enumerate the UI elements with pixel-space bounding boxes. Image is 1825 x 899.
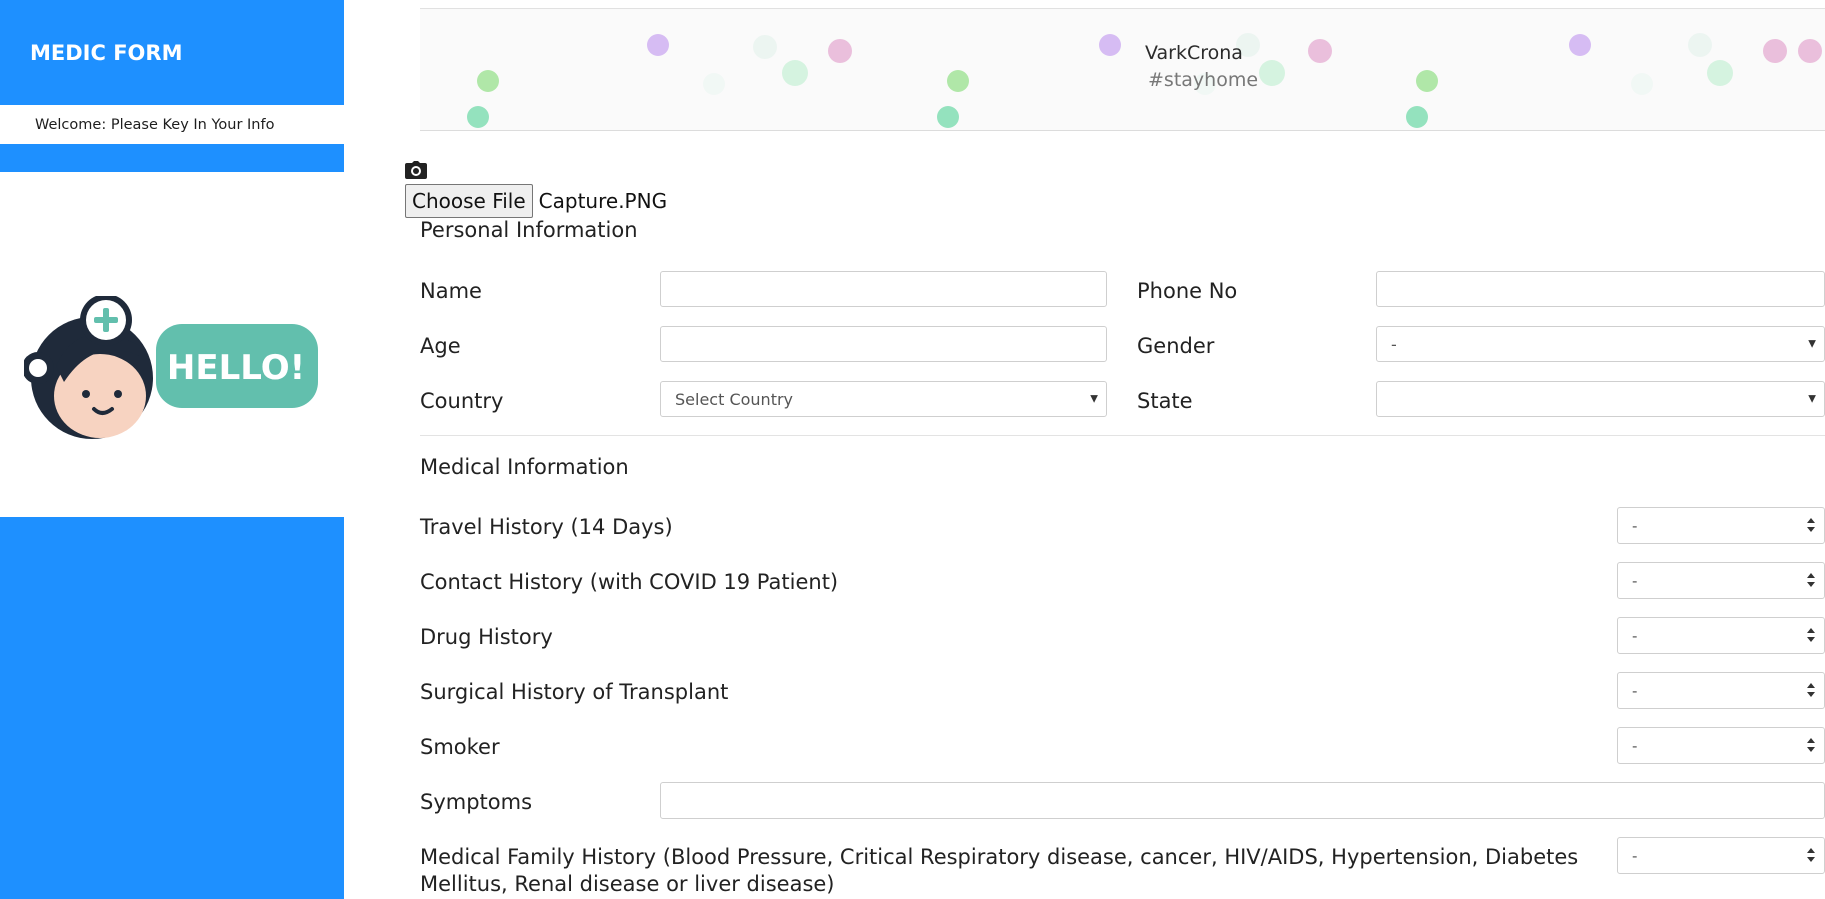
family-history-select[interactable]: - <box>1617 837 1825 874</box>
contact-history-label: Contact History (with COVID 19 Patient) <box>420 570 839 594</box>
sidebar-strip <box>0 144 344 172</box>
name-label: Name <box>420 279 482 303</box>
travel-history-value: - <box>1632 516 1638 535</box>
welcome-message: Welcome: Please Key In Your Info <box>0 105 344 144</box>
travel-history-select[interactable]: - <box>1617 507 1825 544</box>
phone-label: Phone No <box>1137 279 1238 303</box>
smoker-value: - <box>1632 736 1638 755</box>
drug-history-label: Drug History <box>420 625 553 649</box>
smoker-label: Smoker <box>420 735 500 759</box>
gender-label: Gender <box>1137 334 1215 358</box>
select-updown-icon <box>1807 738 1815 752</box>
gender-select[interactable]: - ▼ <box>1376 326 1825 362</box>
contact-history-select[interactable]: - <box>1617 562 1825 599</box>
gender-value: - <box>1391 334 1397 354</box>
section-divider <box>420 435 1825 436</box>
banner-bokeh-decoration <box>467 33 1822 128</box>
medical-info-title: Medical Information <box>420 455 629 479</box>
mascot-panel: HELLO! <box>0 172 344 517</box>
country-value: Select Country <box>675 389 794 409</box>
app-brand[interactable]: MEDIC FORM <box>0 0 344 105</box>
surgical-history-select[interactable]: - <box>1617 672 1825 709</box>
country-label: Country <box>420 389 504 413</box>
state-label: State <box>1137 389 1193 413</box>
doctor-mascot-illustration: HELLO! <box>24 296 318 439</box>
banner-title: VarkCrona <box>1145 42 1243 64</box>
mascot-speech-text: HELLO! <box>167 348 305 388</box>
select-updown-icon <box>1807 518 1815 532</box>
drug-history-select[interactable]: - <box>1617 617 1825 654</box>
select-updown-icon <box>1807 683 1815 697</box>
personal-info-title: Personal Information <box>420 218 638 242</box>
country-select[interactable]: Select Country ▼ <box>660 381 1107 417</box>
camera-icon <box>405 161 427 183</box>
family-history-label-line2: Mellitus, Renal disease or liver disease… <box>420 872 835 896</box>
caret-down-icon: ▼ <box>1808 393 1816 405</box>
header-banner: VarkCrona #stayhome <box>420 8 1825 131</box>
smoker-select[interactable]: - <box>1617 727 1825 764</box>
name-input[interactable] <box>660 271 1107 307</box>
contact-history-value: - <box>1632 571 1638 590</box>
surgical-history-label: Surgical History of Transplant <box>420 680 729 704</box>
caret-down-icon: ▼ <box>1090 393 1098 405</box>
banner-subtitle: #stayhome <box>1148 69 1259 91</box>
surgical-history-value: - <box>1632 681 1638 700</box>
drug-history-value: - <box>1632 626 1638 645</box>
selected-file-name: Capture.PNG <box>538 189 668 213</box>
caret-down-icon: ▼ <box>1808 338 1816 350</box>
age-input[interactable] <box>660 326 1107 362</box>
select-updown-icon <box>1807 848 1815 862</box>
travel-history-label: Travel History (14 Days) <box>420 515 673 539</box>
sidebar: MEDIC FORM Welcome: Please Key In Your I… <box>0 0 344 899</box>
state-select[interactable]: ▼ <box>1376 381 1825 417</box>
choose-file-button[interactable]: Choose File <box>405 184 533 218</box>
select-updown-icon <box>1807 573 1815 587</box>
main-content: VarkCrona #stayhome Choose File Capture.… <box>344 0 1825 899</box>
family-history-label-line1: Medical Family History (Blood Pressure, … <box>420 845 1579 869</box>
symptoms-input[interactable] <box>660 782 1825 819</box>
age-label: Age <box>420 334 461 358</box>
symptoms-label: Symptoms <box>420 790 533 814</box>
phone-input[interactable] <box>1376 271 1825 307</box>
file-upload: Choose File Capture.PNG <box>405 184 667 218</box>
select-updown-icon <box>1807 628 1815 642</box>
family-history-value: - <box>1632 846 1638 865</box>
